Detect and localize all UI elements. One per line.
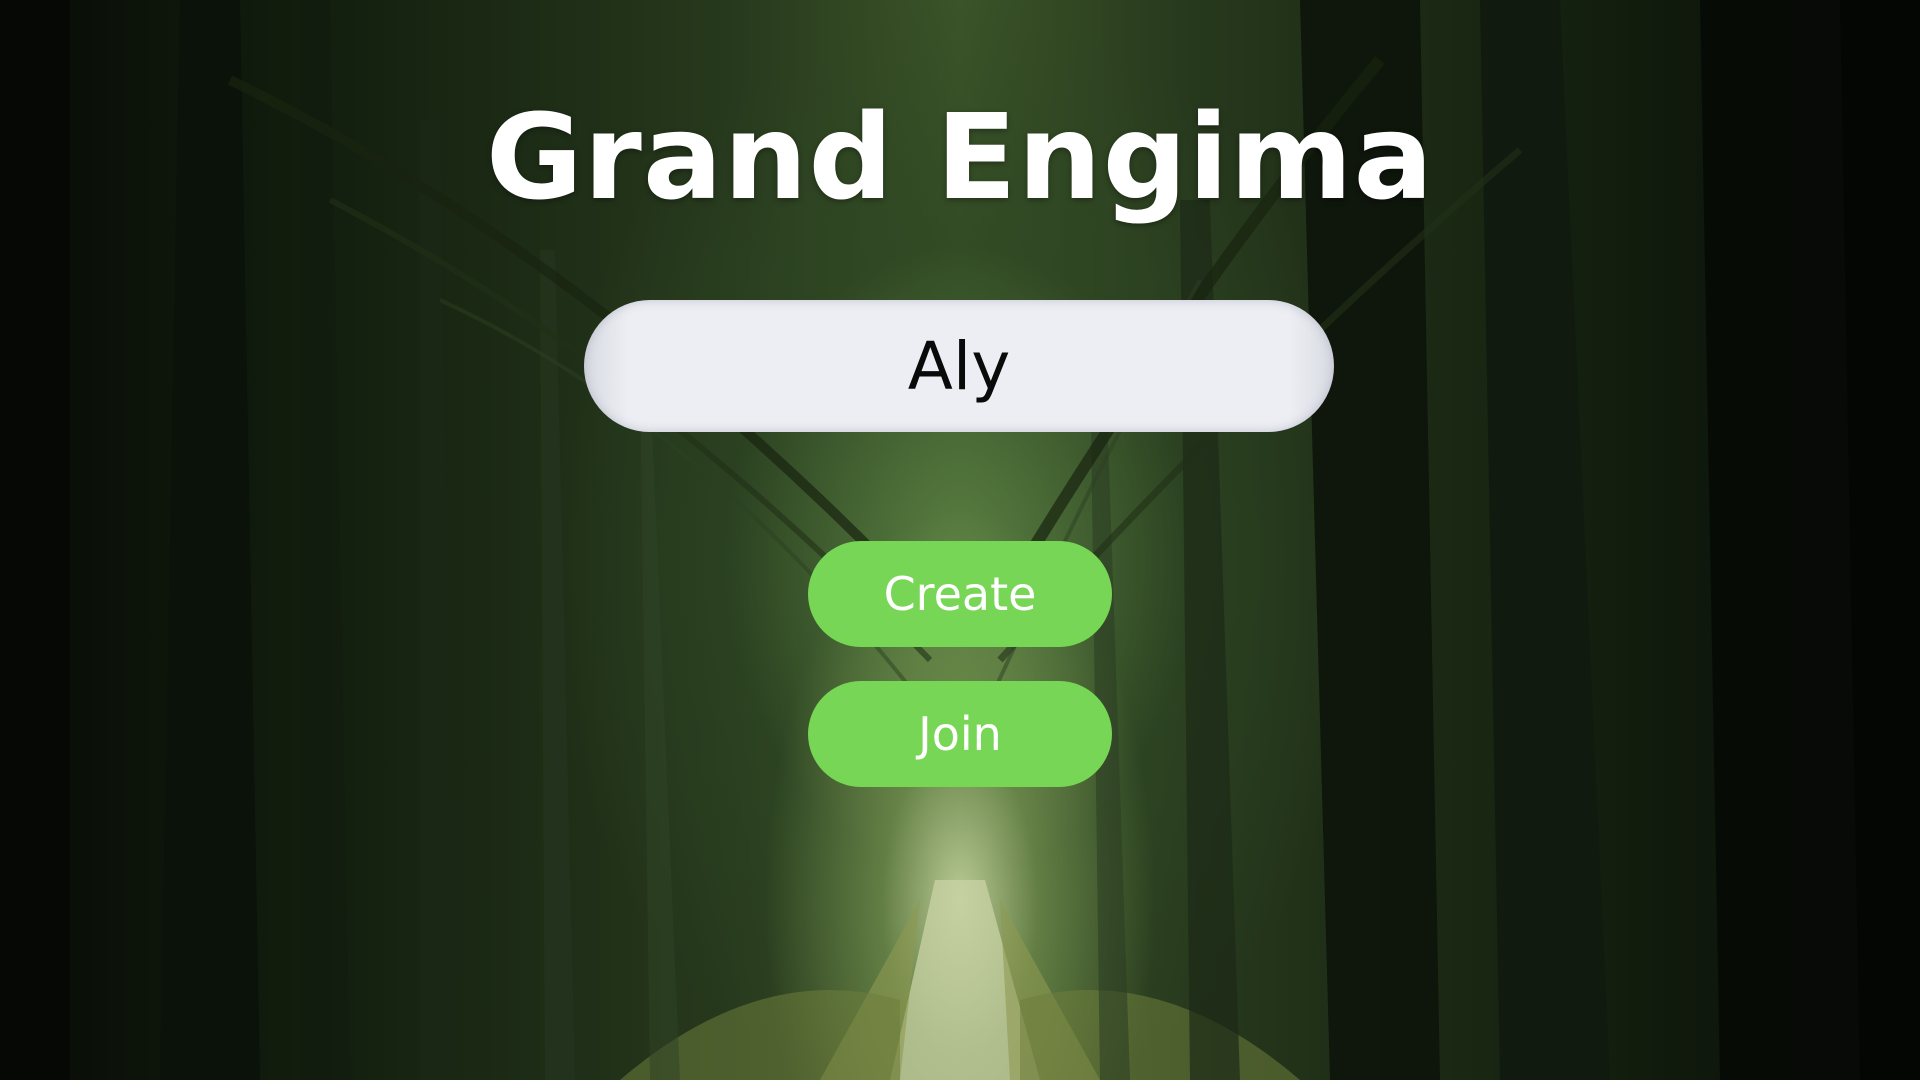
player-name-value: Aly	[907, 327, 1011, 405]
player-name-input[interactable]: Aly	[584, 300, 1334, 432]
game-title: Grand Engima	[485, 88, 1435, 226]
create-button[interactable]: Create	[808, 541, 1112, 647]
join-button[interactable]: Join	[808, 681, 1112, 787]
